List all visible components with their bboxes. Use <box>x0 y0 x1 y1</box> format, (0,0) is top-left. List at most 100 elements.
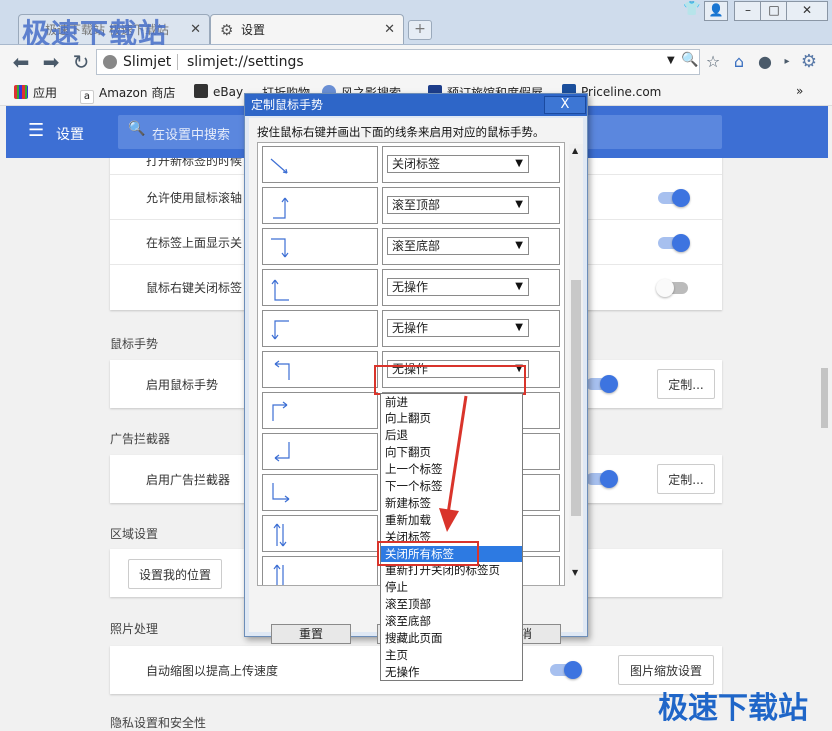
action-cell: 无操作 ▼ <box>382 310 560 347</box>
gesture-cell <box>262 515 378 552</box>
arrow-up-down-icon <box>273 523 287 547</box>
zoom-icon[interactable]: 🔍 <box>681 52 698 68</box>
action-select[interactable]: 滚至顶部 ▼ <box>387 196 529 214</box>
section-title: 隐私设置和安全性 <box>110 716 207 730</box>
shirt-icon[interactable]: 👕 <box>683 1 700 17</box>
shopping-bag-icon <box>194 84 208 98</box>
scroll-thumb[interactable] <box>571 280 581 516</box>
dropdown-option[interactable]: 搜藏此页面 <box>381 630 522 646</box>
action-cell: 滚至顶部 ▼ <box>382 187 560 224</box>
gesture-cell <box>262 556 378 585</box>
site-icon <box>103 55 117 69</box>
scroll-thumb[interactable] <box>821 368 828 428</box>
section-title: 鼠标手势 <box>110 337 159 351</box>
dialog-title: 定制鼠标手势 <box>251 98 324 112</box>
toggle-switch[interactable] <box>586 470 618 488</box>
dropdown-option[interactable]: 无操作 <box>381 664 522 680</box>
close-window-button[interactable]: ✕ <box>786 1 828 21</box>
amazon-icon: a <box>80 90 94 104</box>
watermark: 极速下载站 <box>658 691 808 726</box>
gesture-cell <box>262 310 378 347</box>
highlight-box <box>377 541 479 566</box>
arrow-right-up-icon <box>273 197 289 219</box>
set-location-button[interactable]: 设置我的位置 <box>128 559 222 589</box>
dropdown-option[interactable]: 主页 <box>381 647 522 663</box>
action-select[interactable]: 无操作 ▼ <box>387 278 529 296</box>
site-name: Slimjet <box>123 54 172 70</box>
annotation-arrow-icon <box>439 395 468 532</box>
user-icon[interactable]: 👤 <box>704 1 728 21</box>
scroll-up-icon[interactable]: ▲ <box>572 146 578 155</box>
image-resize-button[interactable]: 图片缩放设置 <box>618 655 714 685</box>
arrow-down-right-icon <box>270 158 288 174</box>
action-cell: 关闭标签 ▼ <box>382 146 560 183</box>
minimize-button[interactable]: – <box>734 1 762 21</box>
bookmark-amazon[interactable]: a Amazon 商店 <box>80 84 175 104</box>
gesture-cell <box>262 392 378 429</box>
more-bookmarks-icon[interactable]: » <box>796 84 803 98</box>
scroll-down-icon[interactable]: ▼ <box>572 568 578 577</box>
gesture-cell <box>262 269 378 306</box>
more-icon[interactable]: ▸ <box>776 51 798 73</box>
menu-icon[interactable]: ☰ <box>28 120 44 141</box>
arrow-down-left2-icon <box>274 442 290 462</box>
dialog-titlebar: 定制鼠标手势 <box>245 94 587 116</box>
customize-adblock-button[interactable]: 定制... <box>657 464 715 494</box>
arrow-left-down-right-icon <box>272 483 290 503</box>
toggle-switch[interactable] <box>656 279 688 297</box>
divider <box>177 54 178 70</box>
address-toolbar: ⬅ ➡ ↻ Slimjet slimjet://settings ▼ 🔍 ☆ ⌂… <box>0 45 832 79</box>
back-icon[interactable]: ⬅ <box>10 51 32 73</box>
section-title: 广告拦截器 <box>110 432 171 446</box>
action-select[interactable]: 关闭标签 ▼ <box>387 155 529 173</box>
action-select[interactable]: 滚至底部 ▼ <box>387 237 529 255</box>
forward-icon[interactable]: ➡ <box>40 51 62 73</box>
new-tab-button[interactable]: + <box>408 20 432 40</box>
tab-close-icon[interactable]: ✕ <box>384 15 395 45</box>
gesture-cell <box>262 351 378 388</box>
page-title: 设置 <box>56 127 84 143</box>
dropdown-option[interactable]: 滚至顶部 <box>381 596 522 612</box>
extension-icon[interactable]: ● <box>754 51 776 73</box>
search-icon: 🔍 <box>128 121 146 137</box>
gear-icon: ⚙ <box>220 21 234 39</box>
action-cell: 无操作 ▼ <box>382 269 560 306</box>
gesture-cell <box>262 228 378 265</box>
customize-gesture-button[interactable]: 定制... <box>657 369 715 399</box>
dropdown-option[interactable]: 停止 <box>381 579 522 595</box>
home-icon[interactable]: ⌂ <box>728 51 750 73</box>
star-icon[interactable]: ☆ <box>702 51 724 73</box>
dropdown-icon[interactable]: ▼ <box>667 55 675 66</box>
gesture-cell <box>262 187 378 224</box>
arrow-right-down-icon <box>271 238 289 258</box>
arrow-down-left-icon <box>271 320 289 340</box>
reset-button[interactable]: 重置 <box>271 624 351 644</box>
toggle-switch[interactable] <box>658 189 690 207</box>
reload-icon[interactable]: ↻ <box>70 51 92 73</box>
action-select[interactable]: 无操作 ▼ <box>387 319 529 337</box>
toggle-switch[interactable] <box>550 661 582 679</box>
dialog-close-button[interactable]: X <box>544 96 586 114</box>
arrow-up-down2-icon <box>273 564 284 585</box>
tab-close-icon[interactable]: ✕ <box>190 15 201 45</box>
section-title: 区域设置 <box>110 527 159 541</box>
action-cell: 滚至底部 ▼ <box>382 228 560 265</box>
gesture-cell <box>262 433 378 470</box>
arrow-up-left-icon <box>271 279 289 301</box>
page-scrollbar[interactable] <box>818 158 828 731</box>
apps-grid-icon <box>14 85 28 99</box>
toggle-switch[interactable] <box>586 375 618 393</box>
tab-settings[interactable]: ⚙ 设置 ✕ <box>210 14 404 44</box>
tab-strip: 极速下载站 极速下载站 ✕ ⚙ 设置 ✕ + 👕 👤 – □ ✕ 极速下载站 <box>0 0 832 50</box>
bookmark-apps[interactable]: 应用 <box>14 84 57 101</box>
settings-gear-icon[interactable]: ⚙ <box>798 51 820 73</box>
maximize-button[interactable]: □ <box>760 1 788 21</box>
arrow-up-right-icon <box>272 401 288 421</box>
dropdown-option[interactable]: 滚至底部 <box>381 613 522 629</box>
toggle-switch[interactable] <box>658 234 690 252</box>
address-bar[interactable]: Slimjet slimjet://settings ▼ 🔍 <box>96 49 700 75</box>
bookmark-ebay[interactable]: eBay <box>194 84 243 99</box>
gesture-list-scrollbar[interactable]: ▲ ▼ <box>569 144 583 580</box>
gesture-cell <box>262 146 378 183</box>
dialog-instruction: 按住鼠标右键并画出下面的线条来启用对应的鼠标手势。 <box>257 125 545 139</box>
